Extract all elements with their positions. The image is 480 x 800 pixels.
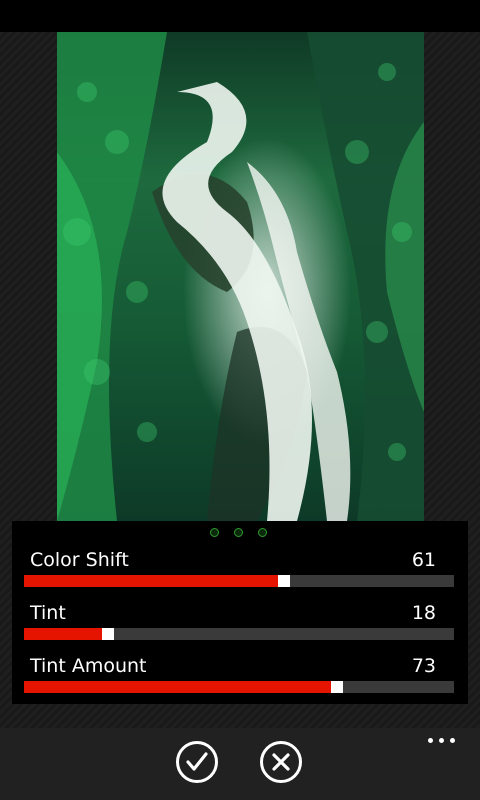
slider-thumb[interactable] [278,575,290,587]
confirm-button[interactable] [176,741,218,783]
slider-track[interactable] [24,681,454,693]
slider-label: Color Shift [30,549,129,571]
photo-preview [57,32,424,521]
slider-track[interactable] [24,628,454,640]
status-bar [0,0,480,32]
page-dot[interactable] [258,528,267,537]
more-button[interactable] [428,738,456,746]
check-icon [186,752,208,771]
slider-fill [24,681,337,693]
app-bar [0,728,480,800]
waterfall-image [57,32,424,521]
page-indicator [210,528,272,540]
slider-value: 61 [411,549,436,571]
slider-thumb[interactable] [102,628,114,640]
slider-value: 18 [411,602,436,624]
slider-label: Tint [30,602,66,624]
cancel-button[interactable] [260,741,302,783]
slider-track[interactable] [24,575,454,587]
slider-thumb[interactable] [331,681,343,693]
slider-fill [24,628,108,640]
slider-value: 73 [411,655,436,677]
more-icon [428,738,433,743]
adjustment-panel: Color Shift 61 Tint 18 Tint Amount 73 [12,521,468,704]
page-dot[interactable] [234,528,243,537]
slider-label: Tint Amount [30,655,147,677]
slider-fill [24,575,284,587]
close-icon [272,753,290,771]
page-dot[interactable] [210,528,219,537]
